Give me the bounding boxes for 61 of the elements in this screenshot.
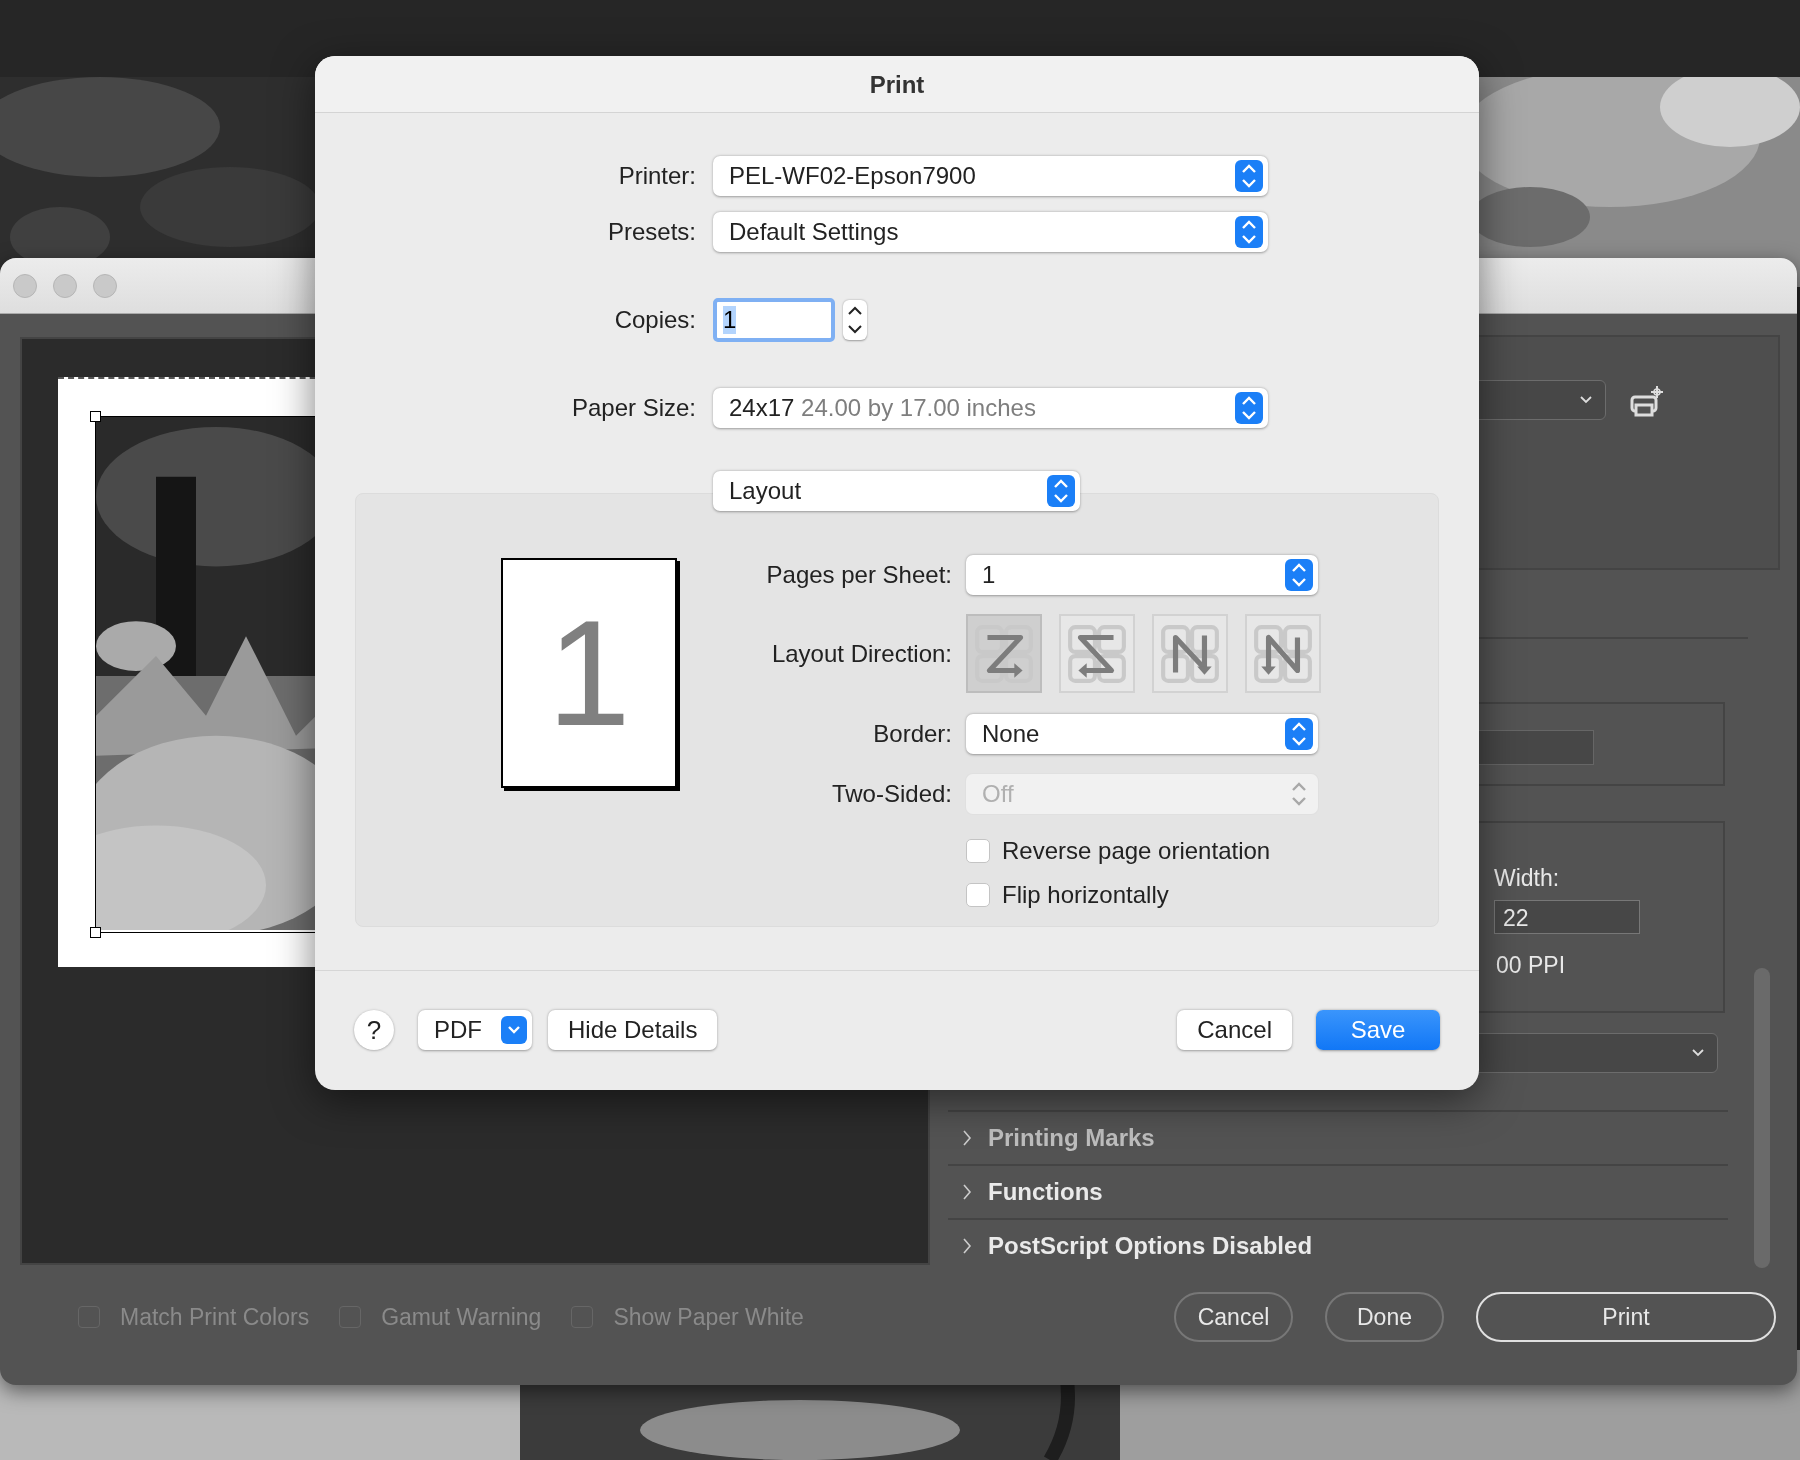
pages-per-sheet-label: Pages per Sheet: (765, 561, 952, 589)
width-label: Width: (1494, 865, 1560, 893)
paper-size-popup[interactable]: 24x17 24.00 by 17.00 inches (713, 388, 1268, 428)
help-button[interactable]: ? (354, 1010, 394, 1050)
stepper[interactable] (843, 300, 867, 340)
up-down-chevron-icon (1235, 392, 1263, 424)
layout-direction-label: Layout Direction: (770, 639, 952, 668)
hide-details-button[interactable]: Hide Details (548, 1010, 718, 1050)
layout-direction-button[interactable] (966, 614, 1042, 693)
printer-label: Printer: (617, 162, 696, 190)
chevron-down-icon (1691, 1048, 1705, 1059)
resize-handle[interactable] (90, 411, 101, 422)
up-down-chevron-icon (1047, 475, 1075, 507)
border-popup[interactable]: None (966, 714, 1318, 754)
direction-arrow-icon (1159, 622, 1221, 685)
resize-handle[interactable] (90, 927, 101, 938)
chevron-right-icon (962, 1183, 972, 1201)
dialog-title: Print (315, 56, 1479, 113)
chevron-down-icon (1579, 395, 1593, 405)
width-field[interactable]: 22 (1494, 900, 1640, 935)
resolution-text: 00 PPI (1496, 952, 1566, 980)
checkbox-label: Flip horizontally (1002, 881, 1169, 909)
window-button[interactable] (53, 273, 77, 298)
window-button[interactable] (93, 273, 117, 298)
pages-per-sheet-popup[interactable]: 1 (966, 555, 1318, 595)
dialog-button[interactable]: Print (1476, 1292, 1776, 1342)
chevron-right-icon (962, 1129, 972, 1147)
presets-label: Presets: (606, 218, 696, 246)
section-header[interactable]: Printing Marks (948, 1110, 1728, 1164)
pdf-menu-button[interactable]: PDF (418, 1010, 532, 1050)
section-header[interactable]: Functions (948, 1164, 1728, 1218)
dialog-button[interactable]: Done (1325, 1292, 1444, 1342)
presets-popup[interactable]: Default Settings (713, 212, 1268, 252)
section-header[interactable]: PostScript Options Disabled (948, 1218, 1728, 1272)
chevron-right-icon (962, 1237, 972, 1255)
copies-label: Copies: (613, 306, 696, 334)
dialog-button[interactable]: Cancel (1177, 1010, 1292, 1050)
dialog-button[interactable]: Save (1316, 1010, 1440, 1050)
dialog-button[interactable]: Cancel (1174, 1292, 1293, 1342)
window-button[interactable] (13, 273, 37, 298)
direction-arrow-icon (1252, 622, 1314, 685)
page-thumbnail: 1 (501, 558, 677, 788)
layout-direction-button[interactable] (1059, 614, 1135, 693)
section-popup[interactable]: Layout (713, 471, 1080, 511)
paper-size-label: Paper Size: (570, 394, 696, 422)
layout-direction-button[interactable] (1152, 614, 1228, 693)
chevron-down-icon (501, 1016, 527, 1044)
direction-arrow-icon (973, 622, 1035, 685)
layout-direction-button[interactable] (1245, 614, 1321, 693)
copies-field[interactable]: 1 (713, 298, 835, 342)
direction-arrow-icon (1066, 622, 1128, 685)
printer-popup[interactable]: PEL-WF02-Epson7900 (713, 156, 1268, 196)
checkbox-label: Reverse page orientation (1002, 837, 1271, 865)
two-sided-label: Two-Sided: (830, 780, 952, 808)
border-label: Border: (872, 720, 952, 748)
up-down-chevron-icon (1285, 559, 1313, 591)
checkbox[interactable] (966, 839, 990, 863)
up-down-chevron-icon (1235, 216, 1263, 248)
checkbox[interactable] (966, 883, 990, 907)
up-down-chevron-icon (1285, 718, 1313, 750)
up-down-chevron-icon (1235, 160, 1263, 192)
